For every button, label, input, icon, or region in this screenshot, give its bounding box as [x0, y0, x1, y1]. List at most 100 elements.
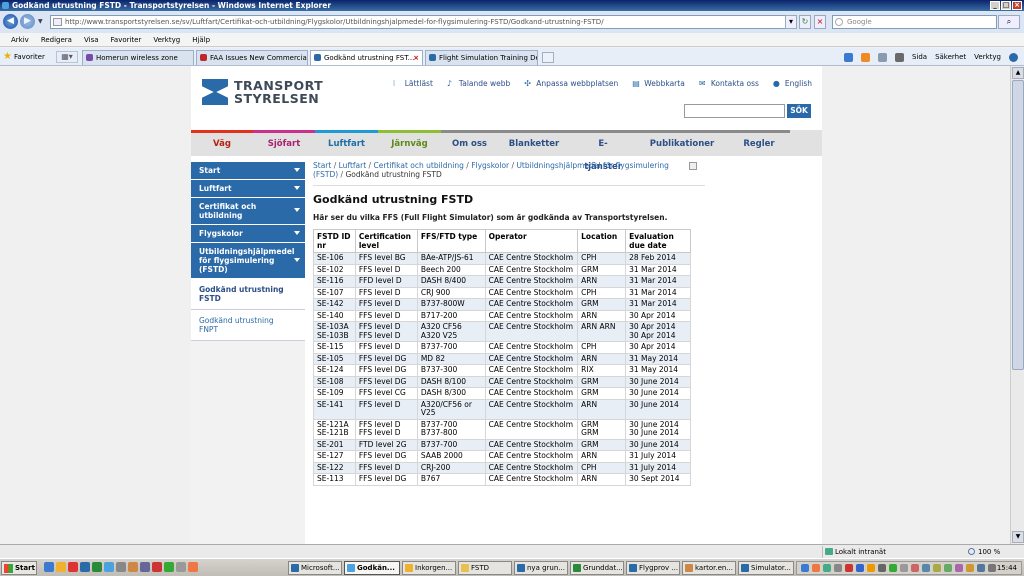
close-window-button[interactable]: × [1012, 1, 1022, 10]
print-icon[interactable] [689, 162, 697, 170]
scrollbar-thumb[interactable] [1012, 80, 1024, 370]
sidebar-item-godkand-fstd[interactable]: Godkänd utrustning FSTD [191, 279, 305, 310]
chrome-icon[interactable] [188, 562, 198, 572]
app-icon[interactable] [152, 562, 162, 572]
start-button[interactable]: Start [1, 561, 37, 575]
command-verktyg[interactable]: Verktyg [974, 53, 1001, 61]
volume-icon[interactable] [900, 564, 908, 572]
tray-icon[interactable] [955, 564, 963, 572]
command-sakerhet[interactable]: Säkerhet [935, 53, 966, 61]
tray-icon[interactable] [977, 564, 985, 572]
tray-icon[interactable] [801, 564, 809, 572]
menu-verktyg[interactable]: Verktyg [153, 36, 180, 44]
command-sida[interactable]: Sida [912, 53, 927, 61]
favorites-button[interactable]: ★ Favoriter [3, 51, 45, 63]
tab-faa[interactable]: FAA Issues New Commercial ... [196, 50, 308, 65]
minimize-button[interactable]: _ [990, 1, 1000, 10]
link-english[interactable]: ● English [773, 79, 812, 88]
nav-jarnvag[interactable]: Järnväg [378, 130, 441, 156]
tray-icon[interactable] [845, 564, 853, 572]
tray-icon[interactable] [966, 564, 974, 572]
nav-e-tjanster[interactable]: E-tjänster [570, 130, 636, 172]
task-nya-grun[interactable]: nya grun... [514, 561, 568, 575]
sidebar-item-utbildningshjalpmedel[interactable]: Utbildningshjälpmedel för flygsimulering… [191, 243, 305, 279]
task-microsoft[interactable]: Microsoft... [288, 561, 342, 575]
tray-icon[interactable] [922, 564, 930, 572]
task-kartor[interactable]: kartor.en... [682, 561, 736, 575]
breadcrumb-certifikat[interactable]: Certifikat och utbildning [373, 161, 463, 170]
excel-icon[interactable] [92, 562, 102, 572]
scroll-up-icon[interactable]: ▲ [1012, 67, 1024, 79]
link-anpassa-webbplatsen[interactable]: ✣ Anpassa webbplatsen [524, 79, 618, 88]
tab-flight-simulation[interactable]: Flight Simulation Training De... [425, 50, 538, 65]
tray-icon[interactable] [988, 564, 996, 572]
task-flygprov[interactable]: Flygprov ... [626, 561, 680, 575]
stop-icon[interactable]: × [814, 15, 826, 29]
maximize-button[interactable]: □ [1001, 1, 1011, 10]
menu-hjalp[interactable]: Hjälp [192, 36, 210, 44]
rss-feed-icon[interactable] [860, 52, 870, 62]
nav-blanketter[interactable]: Blanketter [498, 130, 570, 156]
tray-icon[interactable] [933, 564, 941, 572]
tray-icon[interactable] [834, 564, 842, 572]
menu-arkiv[interactable]: Arkiv [11, 36, 29, 44]
tray-icon[interactable] [889, 564, 897, 572]
task-inkorgen[interactable]: Inkorgen... [402, 561, 456, 575]
breadcrumb-start[interactable]: Start [313, 161, 331, 170]
search-input[interactable]: Google [832, 15, 997, 29]
nav-luftfart[interactable]: Luftfart [315, 130, 378, 156]
scroll-down-icon[interactable]: ▼ [1012, 531, 1024, 543]
breadcrumb-luftfart[interactable]: Luftfart [339, 161, 367, 170]
sidebar-item-certifikat[interactable]: Certifikat och utbildning [191, 198, 305, 225]
close-tab-icon[interactable]: × [413, 51, 419, 65]
nav-vag[interactable]: Väg [191, 130, 253, 156]
link-lattlast[interactable]: ⁝ Lättläst [393, 79, 433, 88]
help-icon[interactable] [1009, 52, 1018, 62]
tray-icon[interactable] [812, 564, 820, 572]
link-kontakta-oss[interactable]: ✉ Kontakta oss [699, 79, 759, 88]
outlook-icon[interactable] [56, 562, 66, 572]
site-search-button[interactable]: SÖK [787, 104, 811, 118]
site-search-input[interactable] [684, 104, 785, 118]
tray-icon[interactable] [944, 564, 952, 572]
tray-icon[interactable] [911, 564, 919, 572]
task-grunddat[interactable]: Grunddat... [570, 561, 624, 575]
nav-publikationer[interactable]: Publikationer [636, 130, 728, 156]
nav-regler[interactable]: Regler [728, 130, 790, 156]
link-talande-webb[interactable]: ♪ Talande webb [447, 79, 510, 88]
sidebar-item-luftfart[interactable]: Luftfart [191, 180, 305, 198]
network-icon[interactable] [878, 564, 886, 572]
tray-icon[interactable] [867, 564, 875, 572]
explorer-icon[interactable] [116, 562, 126, 572]
address-input[interactable]: http://www.transportstyrelsen.se/sv/Luft… [50, 15, 795, 29]
nav-sjofart[interactable]: Sjöfart [253, 130, 315, 156]
tray-icon[interactable] [856, 564, 864, 572]
sidebar-item-flygskolor[interactable]: Flygskolor [191, 225, 305, 243]
menu-redigera[interactable]: Redigera [41, 36, 72, 44]
tab-homerun[interactable]: Homerun wireless zone [82, 50, 194, 65]
history-dropdown-icon[interactable]: ▼ [38, 18, 43, 25]
forward-button[interactable]: ▶ [20, 14, 35, 29]
breadcrumb-flygskolor[interactable]: Flygskolor [471, 161, 509, 170]
menu-visa[interactable]: Visa [84, 36, 99, 44]
new-tab-button[interactable] [542, 52, 554, 63]
task-simulator[interactable]: Simulator... [738, 561, 794, 575]
nav-om-oss[interactable]: Om oss [441, 130, 498, 156]
zoom-control[interactable]: 100 % [966, 546, 1000, 558]
ie-icon[interactable] [104, 562, 114, 572]
link-webbkarta[interactable]: ▤ Webbkarta [632, 79, 685, 88]
vertical-scrollbar[interactable]: ▲ ▼ [1010, 66, 1024, 544]
mail-icon[interactable] [877, 52, 887, 62]
show-desktop-icon[interactable] [44, 562, 54, 572]
refresh-icon[interactable]: ↻ [799, 15, 811, 29]
tray-icon[interactable] [823, 564, 831, 572]
home-icon[interactable] [843, 52, 853, 62]
tab-godkand[interactable]: Godkänd utrustning FST... × [310, 50, 423, 65]
app-icon[interactable] [176, 562, 186, 572]
quick-tabs-icon[interactable]: ▦▾ [56, 51, 78, 63]
task-fstd[interactable]: FSTD [458, 561, 512, 575]
task-godkand[interactable]: Godkän... [344, 561, 400, 575]
sidebar-item-start[interactable]: Start [191, 162, 305, 180]
transportstyrelsen-logo[interactable]: TRANSPORT STYRELSEN [202, 75, 323, 107]
paint-icon[interactable] [128, 562, 138, 572]
